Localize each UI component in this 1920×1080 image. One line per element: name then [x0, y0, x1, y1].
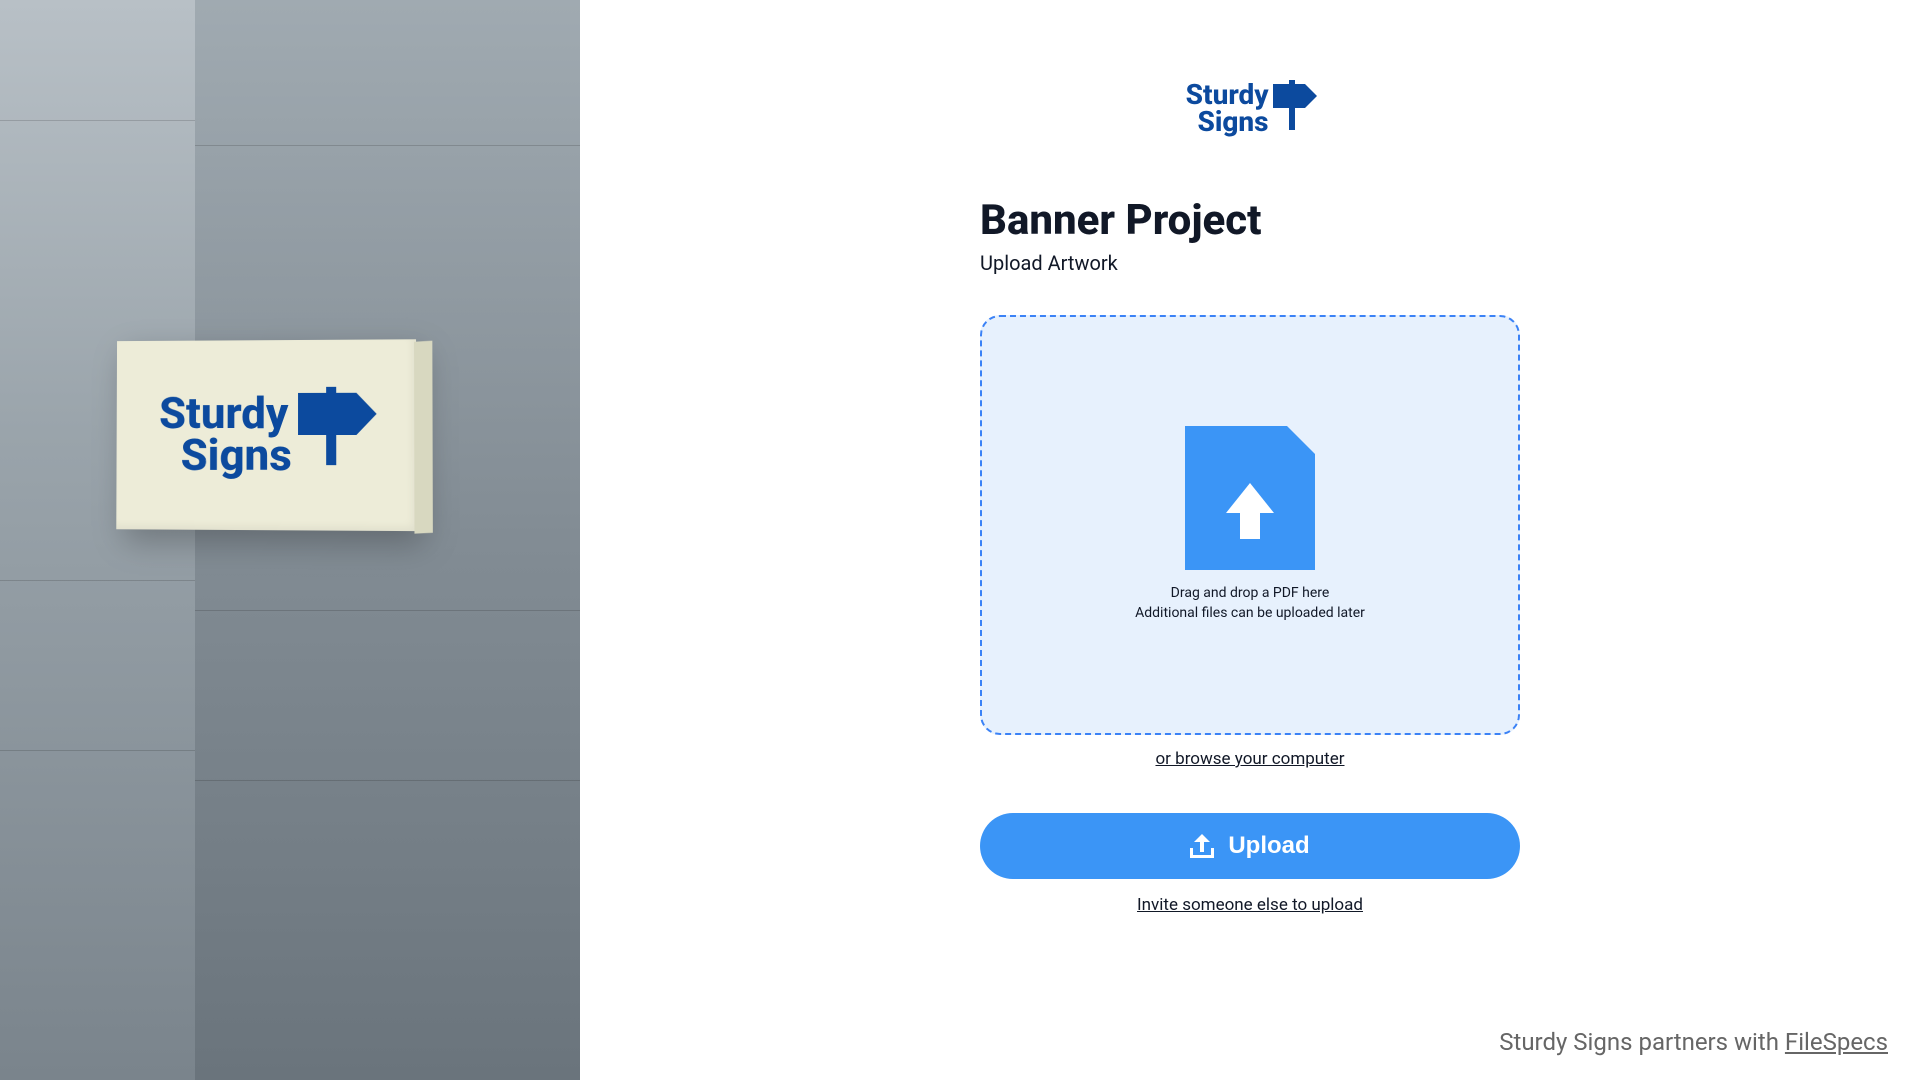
header-logo: Sturdy Signs: [980, 80, 1520, 138]
invite-uploader-link[interactable]: Invite someone else to upload: [980, 895, 1520, 915]
file-upload-icon: [1185, 426, 1315, 570]
brand-name-line2: Signs: [181, 435, 292, 477]
browse-computer-link[interactable]: or browse your computer: [980, 749, 1520, 769]
partner-footer: Sturdy Signs partners with FileSpecs: [1499, 1028, 1888, 1056]
partner-link[interactable]: FileSpecs: [1785, 1028, 1888, 1056]
dropzone-line1: Drag and drop a PDF here: [1135, 584, 1365, 604]
upload-button[interactable]: Upload: [980, 813, 1520, 879]
dropzone-instructions: Drag and drop a PDF here Additional file…: [1135, 584, 1365, 623]
file-dropzone[interactable]: Drag and drop a PDF here Additional file…: [980, 315, 1520, 735]
page-subtitle: Upload Artwork: [980, 251, 1520, 275]
header-brand-line2: Signs: [1197, 109, 1268, 136]
wall-sign-mockup: Sturdy Signs: [116, 339, 416, 531]
hero-image-panel: Sturdy Signs: [0, 0, 580, 1080]
page-title: Banner Project: [980, 196, 1520, 245]
arrow-up-icon: [1226, 483, 1274, 513]
upload-icon: [1190, 834, 1214, 858]
main-content: Sturdy Signs Banner Project Upload Artwo…: [580, 0, 1920, 1080]
upload-button-label: Upload: [1228, 832, 1309, 860]
signpost-icon: [1273, 80, 1317, 138]
signpost-icon: [298, 387, 373, 478]
dropzone-line2: Additional files can be uploaded later: [1135, 604, 1365, 624]
brand-logo: Sturdy Signs: [159, 393, 373, 478]
partner-prefix: Sturdy Signs partners with: [1499, 1028, 1785, 1056]
building-background: [0, 0, 580, 1080]
